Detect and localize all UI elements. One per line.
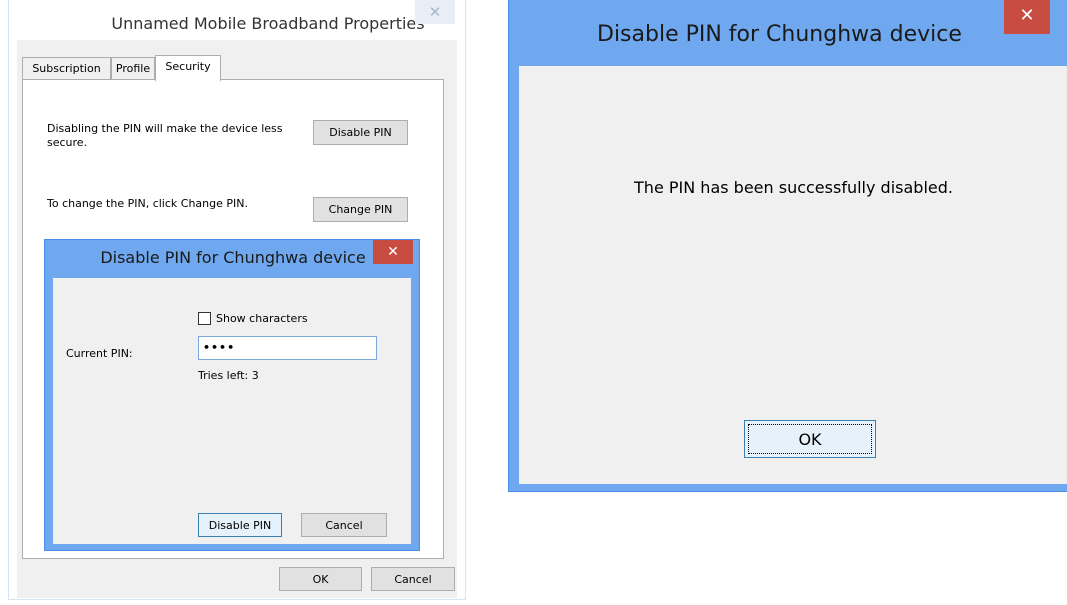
focus-rectangle xyxy=(748,424,872,454)
properties-titlebar[interactable]: Unnamed Mobile Broadband Properties ✕ xyxy=(9,0,465,40)
close-icon: ✕ xyxy=(428,3,442,21)
pin-dialog-disable-pin-button[interactable]: Disable PIN xyxy=(198,513,282,537)
change-pin-description: To change the PIN, click Change PIN. xyxy=(47,197,248,210)
show-characters-label: Show characters xyxy=(216,312,308,325)
result-ok-button[interactable]: OK xyxy=(744,420,876,458)
disable-pin-dialog-close-button[interactable]: ✕ xyxy=(373,240,413,264)
disable-pin-button[interactable]: Disable PIN xyxy=(313,120,408,145)
change-pin-button[interactable]: Change PIN xyxy=(313,197,408,222)
disable-pin-dialog-title: Disable PIN for Chunghwa device xyxy=(100,248,366,267)
result-dialog: Disable PIN for Chunghwa device ✕ The PI… xyxy=(508,0,1067,492)
tries-left-text: Tries left: 3 xyxy=(198,369,259,382)
result-dialog-client: The PIN has been successfully disabled. … xyxy=(519,66,1067,484)
properties-close-button[interactable]: ✕ xyxy=(415,0,455,24)
properties-title: Unnamed Mobile Broadband Properties xyxy=(111,14,425,33)
close-icon: ✕ xyxy=(387,244,399,260)
close-icon: ✕ xyxy=(1019,5,1035,26)
disable-pin-dialog: Disable PIN for Chunghwa device ✕ Show c… xyxy=(44,239,420,551)
tab-profile[interactable]: Profile xyxy=(111,57,155,79)
tab-subscription[interactable]: Subscription xyxy=(22,57,111,79)
success-message: The PIN has been successfully disabled. xyxy=(634,178,953,197)
tab-security[interactable]: Security xyxy=(155,55,221,81)
current-pin-input[interactable]: •••• xyxy=(198,336,377,360)
show-characters-checkbox[interactable] xyxy=(198,312,211,325)
pin-dialog-cancel-button[interactable]: Cancel xyxy=(301,513,387,537)
current-pin-label: Current PIN: xyxy=(66,347,133,360)
result-dialog-close-button[interactable]: ✕ xyxy=(1004,0,1050,34)
disable-pin-dialog-client: Show characters Current PIN: •••• Tries … xyxy=(53,278,411,544)
properties-cancel-button[interactable]: Cancel xyxy=(371,567,455,591)
properties-ok-button[interactable]: OK xyxy=(279,567,362,591)
result-dialog-title: Disable PIN for Chunghwa device xyxy=(597,22,962,47)
disable-pin-description: Disabling the PIN will make the device l… xyxy=(47,122,283,149)
